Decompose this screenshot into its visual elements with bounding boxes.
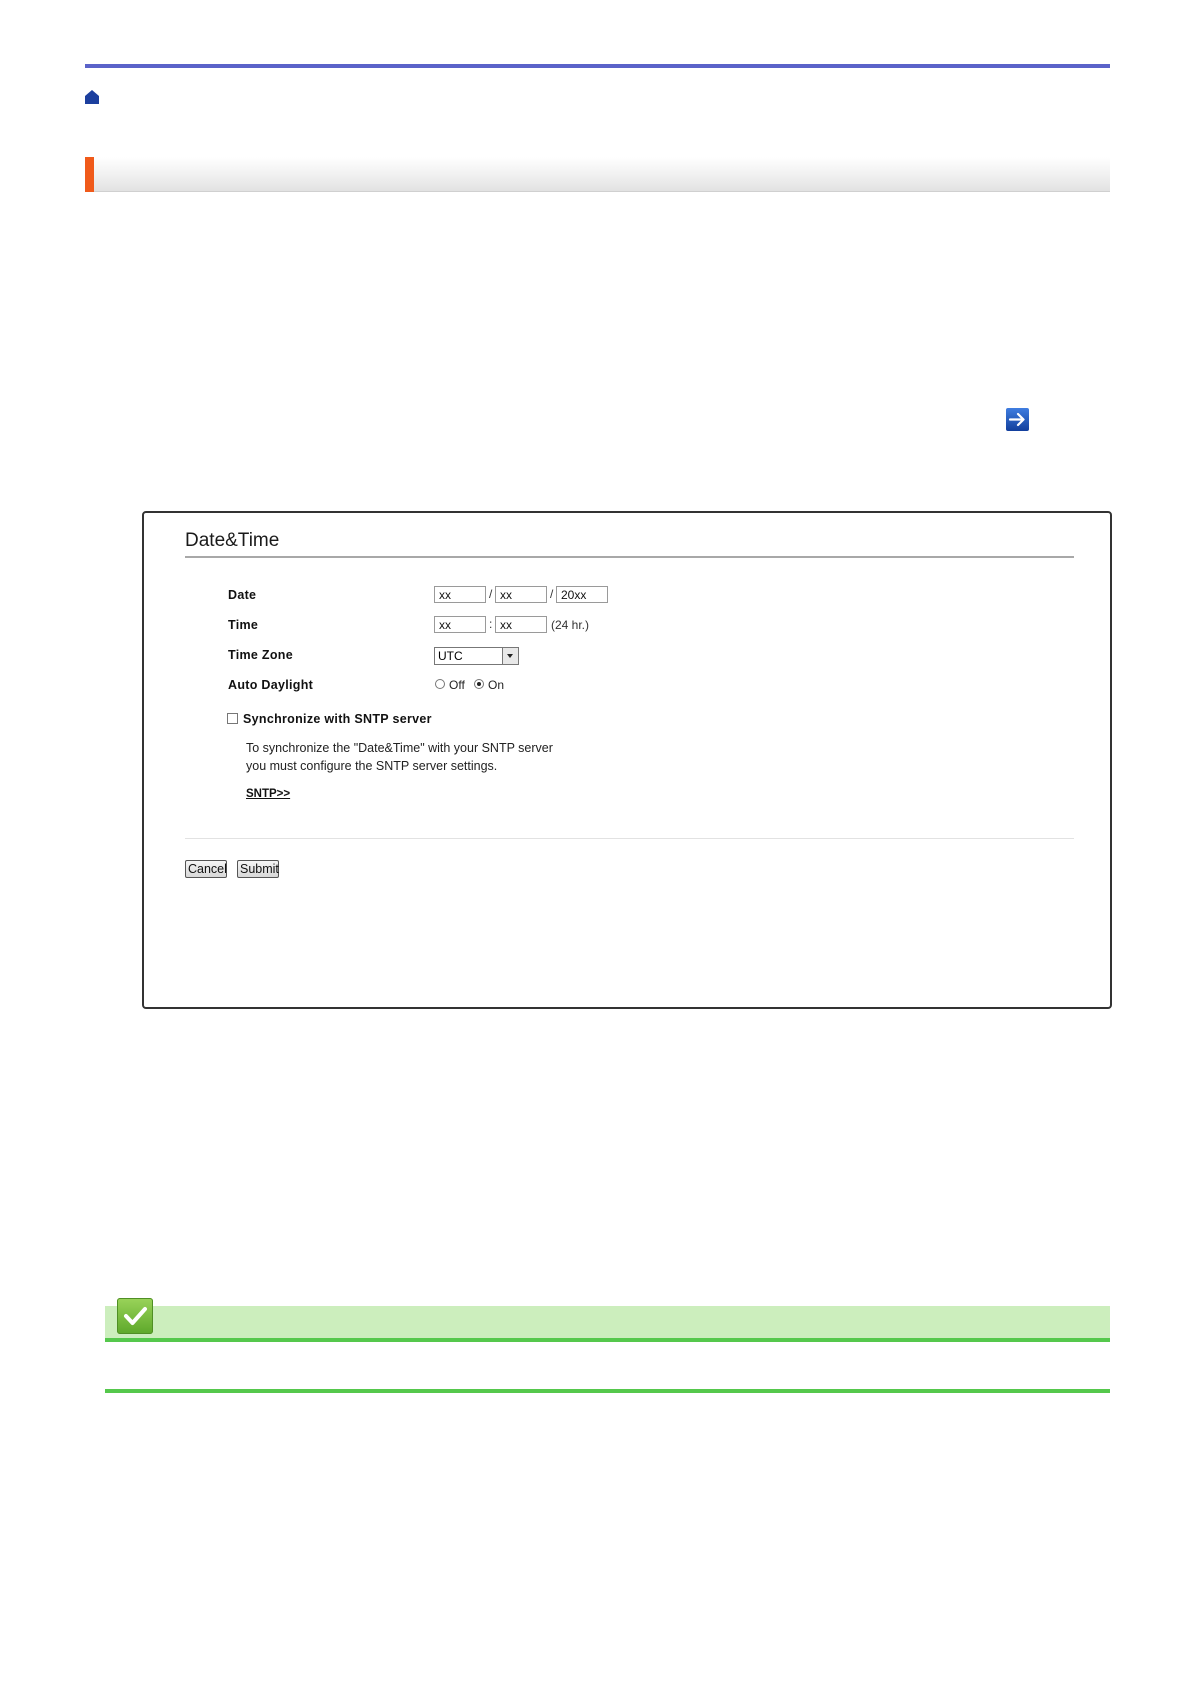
date-label: Date	[228, 588, 257, 602]
time-zone-select[interactable]: UTC	[434, 647, 519, 665]
title-divider	[185, 556, 1074, 558]
form-divider	[185, 838, 1074, 839]
auto-daylight-off-radio[interactable]	[435, 679, 445, 689]
sync-note-line-2: you must configure the SNTP server setti…	[246, 759, 498, 773]
related-info-band	[105, 1306, 1110, 1339]
date-separator: /	[489, 587, 493, 601]
sntp-link[interactable]: SNTP>>	[246, 788, 290, 800]
time-minute-field[interactable]: xx	[495, 616, 547, 633]
chevron-down-icon[interactable]	[502, 648, 518, 664]
related-info-rule-bottom	[105, 1389, 1110, 1393]
auto-daylight-off-label: Off	[449, 678, 465, 692]
submit-button[interactable]: Submit	[237, 860, 279, 878]
check-icon	[117, 1298, 153, 1334]
time-label: Time	[228, 618, 259, 632]
top-rule	[85, 64, 1110, 68]
time-separator: :	[489, 617, 493, 631]
section-heading-bar	[85, 157, 1110, 192]
section-heading-accent	[85, 157, 94, 192]
time-hour-field[interactable]: xx	[434, 616, 486, 633]
date-year-field[interactable]: 20xx	[556, 586, 608, 603]
auto-daylight-on-label: On	[488, 678, 505, 692]
time-format-note: (24 hr.)	[551, 618, 590, 632]
date-separator: /	[550, 587, 554, 601]
auto-daylight-label: Auto Daylight	[228, 678, 314, 692]
auto-daylight-on-radio[interactable]	[474, 679, 484, 689]
related-info-rule-top	[105, 1338, 1110, 1342]
date-day-field[interactable]: xx	[495, 586, 547, 603]
cancel-button[interactable]: Cancel	[185, 860, 227, 878]
sntp-sync-checkbox[interactable]	[227, 713, 238, 724]
home-icon[interactable]	[84, 89, 100, 105]
time-zone-value: UTC	[438, 649, 463, 663]
arrow-right-icon[interactable]	[1006, 408, 1029, 431]
sntp-sync-label: Synchronize with SNTP server	[243, 712, 432, 726]
date-month-field[interactable]: xx	[434, 586, 486, 603]
sync-note-line-1: To synchronize the "Date&Time" with your…	[246, 741, 553, 755]
time-zone-label: Time Zone	[228, 648, 293, 662]
screenshot-title: Date&Time	[185, 530, 280, 551]
